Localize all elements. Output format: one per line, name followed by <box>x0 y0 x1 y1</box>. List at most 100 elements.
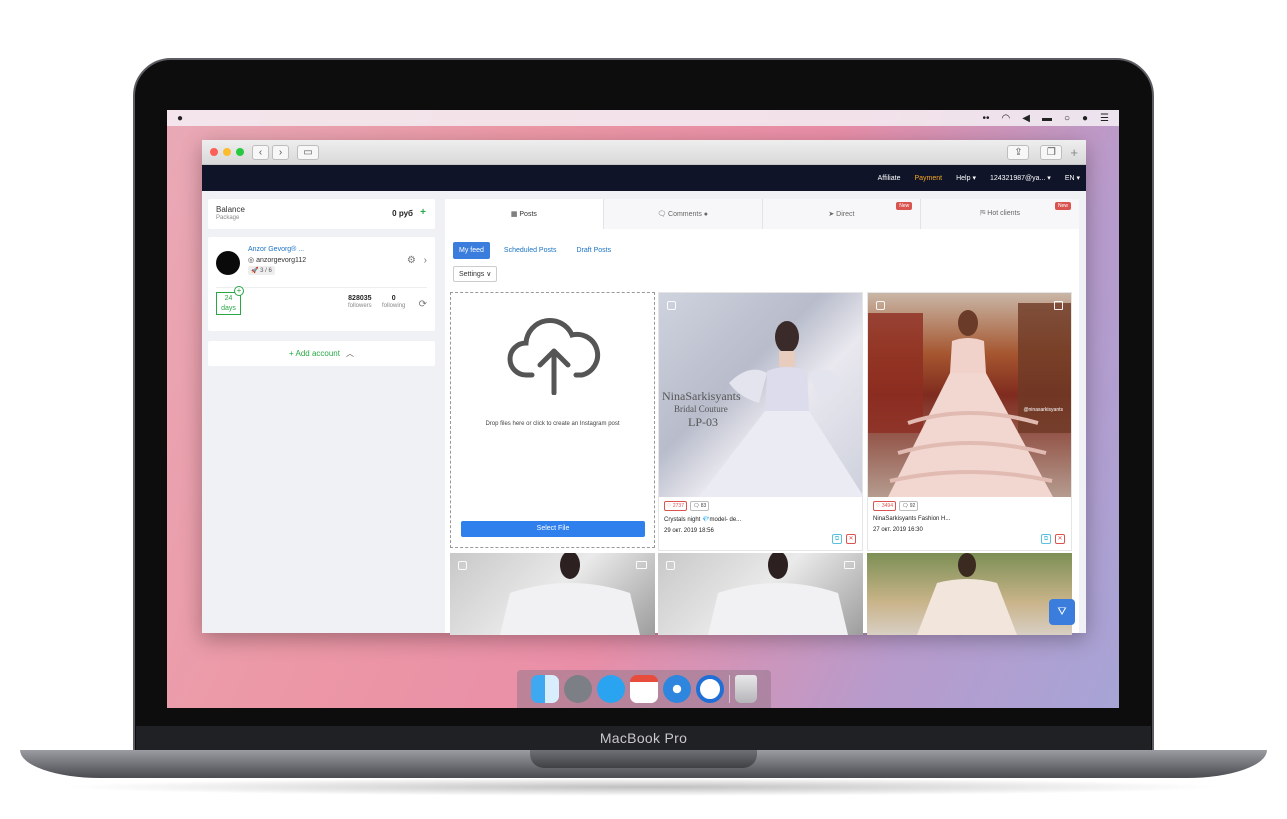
post-meta: ♡ 3494 🗨 92 NinaSarkisyants Fashion H...… <box>868 497 1071 550</box>
tab-posts-label: ▦ Posts <box>510 211 537 218</box>
laptop-shadow <box>60 778 1227 796</box>
post-meta: ♡ 2737 🗨 83 Crystals night 💎model- de...… <box>659 497 862 550</box>
nav-help[interactable]: Help ▾ <box>956 174 976 182</box>
spotlight-icon[interactable]: ○ <box>1064 113 1070 124</box>
post-image[interactable] <box>450 553 655 635</box>
subtab-scheduled[interactable]: Scheduled Posts <box>498 242 563 259</box>
wifi-icon[interactable]: ◠ <box>1002 113 1011 124</box>
posts-panel: My feed Scheduled Posts Draft Posts Sett… <box>445 229 1079 635</box>
following-stat: 0 following <box>382 295 405 309</box>
add-account-button[interactable]: + Add account ︿ <box>208 341 435 366</box>
select-checkbox[interactable] <box>666 561 675 570</box>
nav-language[interactable]: EN ▾ <box>1065 174 1080 182</box>
post-image[interactable] <box>867 553 1072 635</box>
account-handle-text: anzorgevorg112 <box>256 257 307 264</box>
tab-hot-clients[interactable]: ⛿ Hot clients New <box>921 199 1079 229</box>
siri-orb-icon[interactable]: ● <box>1082 113 1088 124</box>
notification-list-icon[interactable]: ☰ <box>1100 113 1109 124</box>
tab-hot-clients-label: ⛿ Hot clients <box>980 210 1020 217</box>
post-card[interactable]: @ninasarkisyants ♡ 3494 🗨 92 NinaSarkisy… <box>867 292 1072 551</box>
filter-icon[interactable]: ⛛ <box>1049 599 1075 625</box>
copy-icon[interactable]: ⧉ <box>1041 534 1051 544</box>
app-icon[interactable] <box>696 675 724 703</box>
post-card[interactable] <box>867 553 1072 635</box>
following-value: 0 <box>391 295 396 302</box>
comments-count[interactable]: 🗨 83 <box>690 501 710 511</box>
messages-icon[interactable] <box>597 675 625 703</box>
add-balance-button[interactable]: + <box>420 207 426 218</box>
app-body: Balance Package 0 руб + Anzor Gevorg® ..… <box>202 191 1086 635</box>
back-button[interactable]: ‹ <box>252 144 269 160</box>
post-image[interactable]: NinaSarkisyants Bridal Couture LP-03 <box>659 293 862 497</box>
minimize-window-icon[interactable] <box>223 148 231 156</box>
safari-icon[interactable] <box>663 675 691 703</box>
refresh-icon[interactable]: ⟳ <box>419 299 427 310</box>
select-checkbox[interactable] <box>458 561 467 570</box>
tab-direct[interactable]: ➤ Direct New <box>763 199 922 229</box>
battery-icon[interactable]: ▬ <box>1042 113 1052 124</box>
select-checkbox[interactable] <box>667 301 676 310</box>
tab-posts[interactable]: ▦ Posts <box>445 199 604 229</box>
comments-count[interactable]: 🗨 92 <box>899 501 919 511</box>
dress-photo <box>917 553 1017 635</box>
finder-icon[interactable] <box>531 675 559 703</box>
watermark-line-1: NinaSarkisyants <box>662 389 741 403</box>
share-button[interactable]: ⇪ <box>1007 144 1030 160</box>
system-preferences-icon[interactable] <box>564 675 592 703</box>
main-tabs: ▦ Posts 🗨 Comments ● ➤ Direct New ⛿ Hot c… <box>445 199 1079 229</box>
zoom-window-icon[interactable] <box>236 148 244 156</box>
avatar[interactable] <box>216 251 240 275</box>
account-name[interactable]: Anzor Gevorg® ... <box>248 246 304 253</box>
nav-payment[interactable]: Payment <box>914 175 942 182</box>
mac-menubar: ● •• ◠ ◀︎ ▬ ○ ● ☰ <box>167 110 1119 126</box>
divider <box>216 287 427 288</box>
mac-dock <box>517 670 771 708</box>
upload-hint: Drop files here or click to create an In… <box>485 421 620 427</box>
nav-affiliate[interactable]: Affiliate <box>878 175 901 182</box>
tabs-overview-button[interactable]: ❐ <box>1040 144 1063 160</box>
upload-dropzone[interactable]: Drop files here or click to create an In… <box>450 292 655 548</box>
sidebar-toggle-button[interactable]: ▭ <box>297 144 319 160</box>
gear-icon[interactable]: ⚙ <box>407 255 416 266</box>
post-date: 27 окт. 2019 16:30 <box>873 527 923 533</box>
subtab-drafts[interactable]: Draft Posts <box>570 242 617 259</box>
days-label: days <box>221 305 236 312</box>
trash-icon[interactable]: ✕ <box>846 534 856 544</box>
followers-label: followers <box>348 303 372 309</box>
volume-icon[interactable]: ◀︎ <box>1022 113 1030 124</box>
new-tab-button[interactable]: + <box>1070 145 1078 160</box>
instagram-icon: ◎ <box>248 257 255 264</box>
subtab-my-feed[interactable]: My feed <box>453 242 490 259</box>
trash-icon[interactable]: ✕ <box>1055 534 1065 544</box>
calendar-icon[interactable] <box>630 675 658 703</box>
close-window-icon[interactable] <box>210 148 218 156</box>
post-date: 29 окт. 2019 18:56 <box>664 528 714 534</box>
select-file-button[interactable]: Select File <box>461 521 645 537</box>
post-image[interactable]: @ninasarkisyants <box>868 293 1071 497</box>
balance-amount: 0 руб <box>392 209 413 218</box>
browser-window: ‹ › ▭ ⇪ ❐ + Affiliate Payment Help ▾ 124… <box>202 140 1086 635</box>
dress-photo <box>868 303 1071 497</box>
siri-icon[interactable]: •• <box>982 113 989 124</box>
photo-watermark: NinaSarkisyants Bridal Couture LP-03 <box>662 390 741 429</box>
nav-user-menu[interactable]: 124321987@ya... ▾ <box>990 174 1051 182</box>
tab-comments[interactable]: 🗨 Comments ● <box>604 199 763 229</box>
chevron-right-icon[interactable]: › <box>424 255 427 266</box>
select-checkbox[interactable] <box>876 301 885 310</box>
device-label: MacBook Pro <box>599 730 688 746</box>
app-top-nav: Affiliate Payment Help ▾ 124321987@ya...… <box>202 165 1086 191</box>
post-card[interactable] <box>450 553 655 635</box>
likes-count: ♡ 2737 <box>664 501 687 511</box>
extend-days-button[interactable]: + <box>234 286 244 296</box>
post-image[interactable] <box>658 553 863 635</box>
feed-subtabs: My feed Scheduled Posts Draft Posts <box>453 242 617 259</box>
post-card[interactable] <box>658 553 863 635</box>
add-account-card[interactable]: + Add account ︿ <box>208 341 435 366</box>
account-limit-badge: 🚀 3 / 6 <box>248 266 275 275</box>
settings-dropdown[interactable]: Settings ∨ <box>453 266 498 282</box>
trash-icon[interactable] <box>735 675 757 703</box>
apple-icon[interactable]: ● <box>177 113 183 124</box>
post-card[interactable]: NinaSarkisyants Bridal Couture LP-03 ♡ 2… <box>658 292 863 551</box>
forward-button[interactable]: › <box>272 144 289 160</box>
copy-icon[interactable]: ⧉ <box>832 534 842 544</box>
